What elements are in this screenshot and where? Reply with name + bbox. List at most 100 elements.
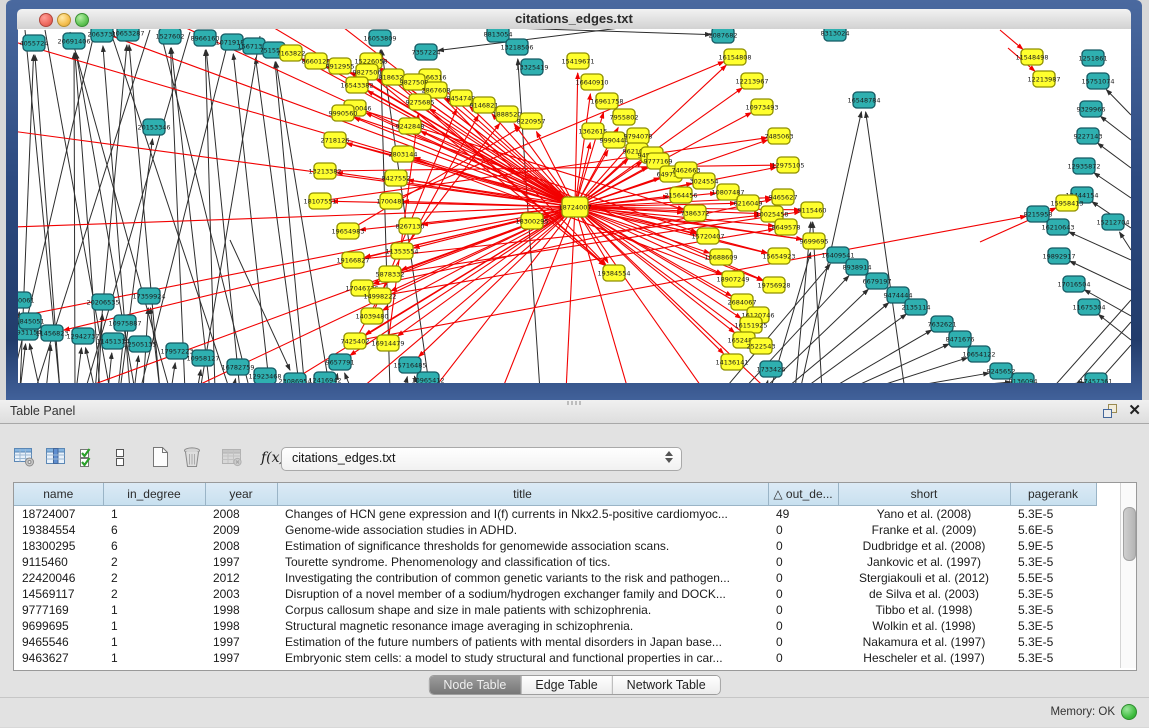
table-settings-icon[interactable] xyxy=(10,444,38,472)
network-window-titlebar[interactable]: citations_edges.txt xyxy=(17,9,1131,30)
cell-pagerank[interactable]: 5.3E-5 xyxy=(1010,554,1096,570)
table-row[interactable]: 1830029562008Estimation of significance … xyxy=(14,538,1096,554)
table-mode-icon[interactable] xyxy=(106,444,134,472)
cell-pagerank[interactable]: 5.3E-5 xyxy=(1010,650,1096,666)
cell-out_degree[interactable]: 0 xyxy=(768,538,838,554)
cell-name[interactable]: 19384554 xyxy=(14,522,103,538)
column-header-short[interactable]: short xyxy=(838,483,1010,506)
column-header-title[interactable]: title xyxy=(277,483,768,506)
cell-out_degree[interactable]: 0 xyxy=(768,618,838,634)
splitter-handle[interactable] xyxy=(567,401,583,405)
cell-out_degree[interactable]: 0 xyxy=(768,522,838,538)
cell-name[interactable]: 14569117 xyxy=(14,586,103,602)
cell-pagerank[interactable]: 5.6E-5 xyxy=(1010,522,1096,538)
cell-in_degree[interactable]: 2 xyxy=(103,554,205,570)
table-row[interactable]: 946554611997Estimation of the future num… xyxy=(14,634,1096,650)
network-graph[interactable]: 4055724206914062063731106532871527602896… xyxy=(18,29,1131,383)
cell-title[interactable]: Tourette syndrome. Phenomenology and cla… xyxy=(277,554,768,570)
cell-in_degree[interactable]: 1 xyxy=(103,618,205,634)
cell-in_degree[interactable]: 2 xyxy=(103,570,205,586)
table-row[interactable]: 911546021997Tourette syndrome. Phenomeno… xyxy=(14,554,1096,570)
cell-title[interactable]: Estimation of significance thresholds fo… xyxy=(277,538,768,554)
table-row[interactable]: 1456911722003Disruption of a novel membe… xyxy=(14,586,1096,602)
table-row[interactable]: 1938455462009Genome-wide association stu… xyxy=(14,522,1096,538)
cell-title[interactable]: Estimation of the future numbers of pati… xyxy=(277,634,768,650)
cell-out_degree[interactable]: 49 xyxy=(768,506,838,523)
cell-out_degree[interactable]: 0 xyxy=(768,554,838,570)
cell-year[interactable]: 2012 xyxy=(205,570,277,586)
cell-out_degree[interactable]: 0 xyxy=(768,586,838,602)
cell-in_degree[interactable]: 2 xyxy=(103,586,205,602)
cell-name[interactable]: 9699695 xyxy=(14,618,103,634)
cell-title[interactable]: Corpus callosum shape and size in male p… xyxy=(277,602,768,618)
column-header-out_degree[interactable]: △ out_de... xyxy=(768,483,838,506)
cell-year[interactable]: 1998 xyxy=(205,618,277,634)
cell-in_degree[interactable]: 6 xyxy=(103,538,205,554)
tab-node-table[interactable]: Node Table xyxy=(429,676,521,694)
table-row[interactable]: 969969511998Structural magnetic resonanc… xyxy=(14,618,1096,634)
cell-year[interactable]: 1997 xyxy=(205,634,277,650)
cell-name[interactable]: 9465546 xyxy=(14,634,103,650)
column-header-pagerank[interactable]: pagerank xyxy=(1010,483,1096,506)
cell-in_degree[interactable]: 1 xyxy=(103,602,205,618)
network-canvas[interactable]: 4055724206914062063731106532871527602896… xyxy=(18,29,1131,383)
cell-out_degree[interactable]: 0 xyxy=(768,650,838,666)
cell-title[interactable]: Embryonic stem cells: a model to study s… xyxy=(277,650,768,666)
table-scrollbar-thumb[interactable] xyxy=(1123,507,1136,561)
cell-title[interactable]: Structural magnetic resonance image aver… xyxy=(277,618,768,634)
cell-name[interactable]: 9777169 xyxy=(14,602,103,618)
new-column-icon[interactable] xyxy=(146,444,174,472)
cell-title[interactable]: Investigating the contribution of common… xyxy=(277,570,768,586)
cell-title[interactable]: Genome-wide association studies in ADHD. xyxy=(277,522,768,538)
cell-year[interactable]: 2008 xyxy=(205,538,277,554)
cell-title[interactable]: Changes of HCN gene expression and I(f) … xyxy=(277,506,768,523)
cell-year[interactable]: 1997 xyxy=(205,650,277,666)
tab-edge-table[interactable]: Edge Table xyxy=(521,676,612,694)
cell-short[interactable]: Jankovic et al. (1997) xyxy=(838,554,1010,570)
cell-year[interactable]: 2008 xyxy=(205,506,277,523)
cell-short[interactable]: Stergiakouli et al. (2012) xyxy=(838,570,1010,586)
cell-in_degree[interactable]: 1 xyxy=(103,634,205,650)
cell-short[interactable]: Yano et al. (2008) xyxy=(838,506,1010,523)
tab-network-table[interactable]: Network Table xyxy=(613,676,720,694)
column-visibility-icon[interactable] xyxy=(42,444,70,472)
cell-pagerank[interactable]: 5.3E-5 xyxy=(1010,506,1096,523)
cell-pagerank[interactable]: 5.3E-5 xyxy=(1010,586,1096,602)
column-header-name[interactable]: name xyxy=(14,483,103,506)
cell-name[interactable]: 22420046 xyxy=(14,570,103,586)
column-header-year[interactable]: year xyxy=(205,483,277,506)
cell-short[interactable]: Dudbridge et al. (2008) xyxy=(838,538,1010,554)
cell-pagerank[interactable]: 5.5E-5 xyxy=(1010,570,1096,586)
delete-column-icon[interactable] xyxy=(178,444,206,472)
cell-name[interactable]: 9463627 xyxy=(14,650,103,666)
cell-out_degree[interactable]: 0 xyxy=(768,602,838,618)
cell-short[interactable]: Wolkin et al. (1998) xyxy=(838,618,1010,634)
table-selector-dropdown[interactable]: citations_edges.txt xyxy=(281,447,682,471)
cell-pagerank[interactable]: 5.3E-5 xyxy=(1010,618,1096,634)
cell-in_degree[interactable]: 6 xyxy=(103,522,205,538)
table-row[interactable]: 2242004622012Investigating the contribut… xyxy=(14,570,1096,586)
cell-name[interactable]: 18300295 xyxy=(14,538,103,554)
cell-pagerank[interactable]: 5.9E-5 xyxy=(1010,538,1096,554)
cell-year[interactable]: 2003 xyxy=(205,586,277,602)
cell-in_degree[interactable]: 1 xyxy=(103,650,205,666)
cell-name[interactable]: 9115460 xyxy=(14,554,103,570)
cell-short[interactable]: Tibbo et al. (1998) xyxy=(838,602,1010,618)
cell-out_degree[interactable]: 0 xyxy=(768,570,838,586)
table-row[interactable]: 946362711997Embryonic stem cells: a mode… xyxy=(14,650,1096,666)
cell-out_degree[interactable]: 0 xyxy=(768,634,838,650)
float-panel-icon[interactable] xyxy=(1102,403,1118,419)
cell-short[interactable]: Hescheler et al. (1997) xyxy=(838,650,1010,666)
cell-year[interactable]: 1998 xyxy=(205,602,277,618)
select-rows-icon[interactable] xyxy=(74,444,102,472)
cell-year[interactable]: 2009 xyxy=(205,522,277,538)
cell-in_degree[interactable]: 1 xyxy=(103,506,205,523)
cell-short[interactable]: Nakamura et al. (1997) xyxy=(838,634,1010,650)
cell-short[interactable]: Franke et al. (2009) xyxy=(838,522,1010,538)
cell-pagerank[interactable]: 5.3E-5 xyxy=(1010,602,1096,618)
close-panel-icon[interactable]: ✕ xyxy=(1128,402,1141,420)
cell-title[interactable]: Disruption of a novel member of a sodium… xyxy=(277,586,768,602)
table-scrollbar[interactable] xyxy=(1120,483,1136,668)
column-header-in_degree[interactable]: in_degree xyxy=(103,483,205,506)
cell-pagerank[interactable]: 5.3E-5 xyxy=(1010,634,1096,650)
